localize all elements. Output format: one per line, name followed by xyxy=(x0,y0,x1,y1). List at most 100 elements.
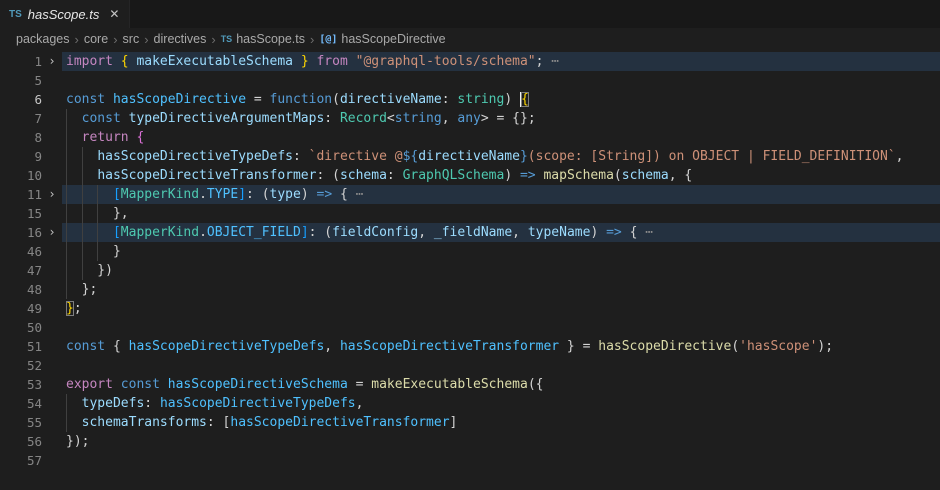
code-content[interactable]: [MapperKind.TYPE]: (type) => { ⋯ xyxy=(62,185,940,204)
code-content[interactable] xyxy=(62,356,940,375)
code-token: : xyxy=(293,149,309,164)
code-token: hasScopeDirectiveTypeDefs xyxy=(160,396,356,411)
gutter: 15 xyxy=(0,204,62,223)
code-content[interactable]: hasScopeDirectiveTransformer: (schema: G… xyxy=(62,166,940,185)
code-token: typeDefs xyxy=(82,396,145,411)
indent-guide xyxy=(82,204,83,223)
code-token: . xyxy=(199,225,207,240)
gutter: 7 xyxy=(0,109,62,128)
tab-hasscope[interactable]: TS hasScope.ts ✕ xyxy=(0,0,130,28)
code-line-56: 56}); xyxy=(0,432,940,451)
code-line-1: 1›import { makeExecutableSchema } from "… xyxy=(0,52,940,71)
fold-gutter-spacer xyxy=(42,375,62,394)
code-content[interactable]: }; xyxy=(62,280,940,299)
line-number: 5 xyxy=(0,71,42,90)
code-line-16: 16› [MapperKind.OBJECT_FIELD]: (fieldCon… xyxy=(0,223,940,242)
code-content[interactable]: import { makeExecutableSchema } from "@g… xyxy=(62,52,940,71)
code-token: : ( xyxy=(309,225,332,240)
code-content[interactable]: [MapperKind.OBJECT_FIELD]: (fieldConfig,… xyxy=(62,223,940,242)
code-token: : ( xyxy=(316,168,339,183)
code-content[interactable]: }); xyxy=(62,432,940,451)
code-content[interactable]: hasScopeDirectiveTypeDefs: `directive @$… xyxy=(62,147,940,166)
code-token: ] xyxy=(301,225,309,240)
indent-guide xyxy=(82,223,83,242)
code-content[interactable]: } xyxy=(62,242,940,261)
code-line-49: 49}; xyxy=(0,299,940,318)
indent-guide xyxy=(66,109,67,128)
code-token: , xyxy=(896,149,904,164)
code-token xyxy=(66,130,82,145)
fold-gutter-spacer xyxy=(42,432,62,451)
code-content[interactable] xyxy=(62,318,940,337)
code-token: function xyxy=(270,92,333,107)
indent-guide xyxy=(66,242,67,261)
close-icon[interactable]: ✕ xyxy=(109,7,119,21)
gutter: 8 xyxy=(0,128,62,147)
code-token: schemaTransforms xyxy=(82,415,207,430)
code-token: typeDirectiveArgumentMaps xyxy=(129,111,325,126)
code-content[interactable]: const typeDirectiveArgumentMaps: Record<… xyxy=(62,109,940,128)
gutter: 49 xyxy=(0,299,62,318)
code-token: : xyxy=(387,168,403,183)
typescript-file-icon: TS xyxy=(221,34,233,44)
fold-gutter-spacer xyxy=(42,413,62,432)
fold-gutter-spacer xyxy=(42,128,62,147)
code-token: directiveName xyxy=(340,92,442,107)
code-content[interactable]: typeDefs: hasScopeDirectiveTypeDefs, xyxy=(62,394,940,413)
code-token: { xyxy=(332,187,355,202)
code-content[interactable]: export const hasScopeDirectiveSchema = m… xyxy=(62,375,940,394)
fold-chevron-icon[interactable]: › xyxy=(42,185,62,204)
gutter: 53 xyxy=(0,375,62,394)
code-line-57: 57 xyxy=(0,451,940,470)
indent-guide xyxy=(66,204,67,223)
code-content[interactable]: schemaTransforms: [hasScopeDirectiveTran… xyxy=(62,413,940,432)
code-content[interactable]: }, xyxy=(62,204,940,223)
code-token: => xyxy=(606,225,622,240)
breadcrumb-item-packages[interactable]: packages xyxy=(16,32,70,46)
code-content[interactable] xyxy=(62,71,940,90)
code-content[interactable]: return { xyxy=(62,128,940,147)
code-token: > = {}; xyxy=(481,111,536,126)
breadcrumb-label: hasScope.ts xyxy=(236,32,305,46)
code-token: } = xyxy=(559,339,598,354)
code-content[interactable]: }) xyxy=(62,261,940,280)
indent-guide xyxy=(82,147,83,166)
code-line-15: 15 }, xyxy=(0,204,940,223)
code-line-50: 50 xyxy=(0,318,940,337)
line-number: 46 xyxy=(0,242,42,261)
code-token: makeExecutableSchema xyxy=(136,54,293,69)
breadcrumb-item-hasscope-ts[interactable]: TShasScope.ts xyxy=(221,32,305,46)
breadcrumb-item-src[interactable]: src xyxy=(123,32,140,46)
code-token: fieldConfig xyxy=(332,225,418,240)
code-content[interactable]: const { hasScopeDirectiveTypeDefs, hasSc… xyxy=(62,337,940,356)
gutter: 52 xyxy=(0,356,62,375)
folded-code-ellipsis[interactable]: ⋯ xyxy=(645,225,653,240)
code-token: hasScopeDirectiveTypeDefs xyxy=(129,339,325,354)
code-token xyxy=(66,187,113,202)
code-content[interactable] xyxy=(62,451,940,470)
code-line-5: 5 xyxy=(0,71,940,90)
code-token: : xyxy=(442,92,458,107)
code-token: { xyxy=(521,92,529,107)
fold-gutter-spacer xyxy=(42,109,62,128)
code-editor[interactable]: 1›import { makeExecutableSchema } from "… xyxy=(0,50,940,490)
code-token: from xyxy=(316,54,347,69)
fold-gutter-spacer xyxy=(42,337,62,356)
code-content[interactable]: }; xyxy=(62,299,940,318)
fold-chevron-icon[interactable]: › xyxy=(42,52,62,71)
gutter: 48 xyxy=(0,280,62,299)
code-token xyxy=(113,54,121,69)
gutter: 1› xyxy=(0,52,62,71)
breadcrumb-item-core[interactable]: core xyxy=(84,32,108,46)
breadcrumb-item-hasscopedirective[interactable]: [@]hasScopeDirective xyxy=(319,32,445,46)
code-token: : xyxy=(144,396,160,411)
code-content[interactable]: const hasScopeDirective = function(direc… xyxy=(62,90,940,109)
fold-chevron-icon[interactable]: › xyxy=(42,223,62,242)
folded-code-ellipsis[interactable]: ⋯ xyxy=(356,187,364,202)
gutter: 50 xyxy=(0,318,62,337)
typescript-file-icon: TS xyxy=(9,9,22,20)
code-token: makeExecutableSchema xyxy=(371,377,528,392)
folded-code-ellipsis[interactable]: ⋯ xyxy=(551,54,559,69)
fold-gutter-spacer xyxy=(42,299,62,318)
breadcrumb-item-directives[interactable]: directives xyxy=(154,32,207,46)
